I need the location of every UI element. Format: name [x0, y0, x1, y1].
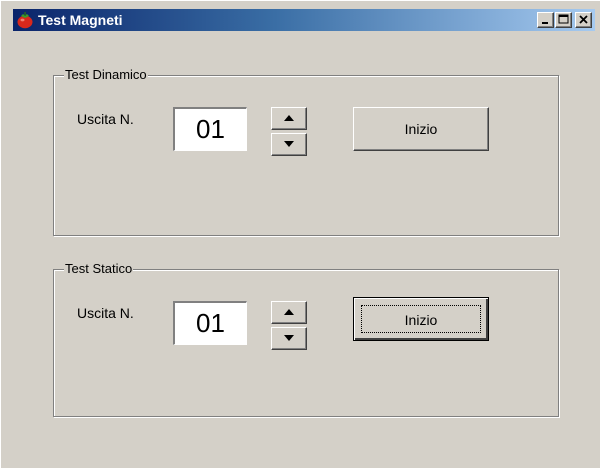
- static-test-group-label: Test Statico: [64, 261, 134, 277]
- maximize-button[interactable]: [555, 12, 572, 28]
- arrow-down-icon: [284, 335, 294, 341]
- close-icon: [579, 15, 588, 24]
- arrow-up-icon: [284, 309, 294, 315]
- dynamic-output-value[interactable]: 01: [173, 107, 247, 151]
- app-window: Test Magneti Test Dinamico Uscita N. 01 …: [0, 0, 600, 468]
- static-output-label: Uscita N.: [77, 305, 134, 321]
- dynamic-output-label: Uscita N.: [77, 111, 134, 127]
- close-button[interactable]: [575, 12, 592, 28]
- window-title: Test Magneti: [38, 12, 123, 28]
- title-bar[interactable]: Test Magneti: [13, 9, 595, 31]
- static-spin-down-button[interactable]: [271, 327, 307, 350]
- dynamic-spin-down-button[interactable]: [271, 133, 307, 156]
- dynamic-spin-up-button[interactable]: [271, 107, 307, 130]
- arrow-down-icon: [284, 141, 294, 147]
- static-start-button[interactable]: Inizio: [353, 297, 489, 341]
- tomato-icon: [17, 12, 33, 29]
- minimize-button[interactable]: [537, 12, 554, 28]
- minimize-icon: [542, 22, 548, 24]
- static-start-button-label: Inizio: [361, 305, 481, 333]
- arrow-up-icon: [284, 115, 294, 121]
- static-spin-up-button[interactable]: [271, 301, 307, 324]
- static-output-value[interactable]: 01: [173, 301, 247, 345]
- maximize-icon: [558, 14, 569, 24]
- dynamic-test-group-label: Test Dinamico: [64, 67, 148, 83]
- dynamic-start-button[interactable]: Inizio: [353, 107, 489, 151]
